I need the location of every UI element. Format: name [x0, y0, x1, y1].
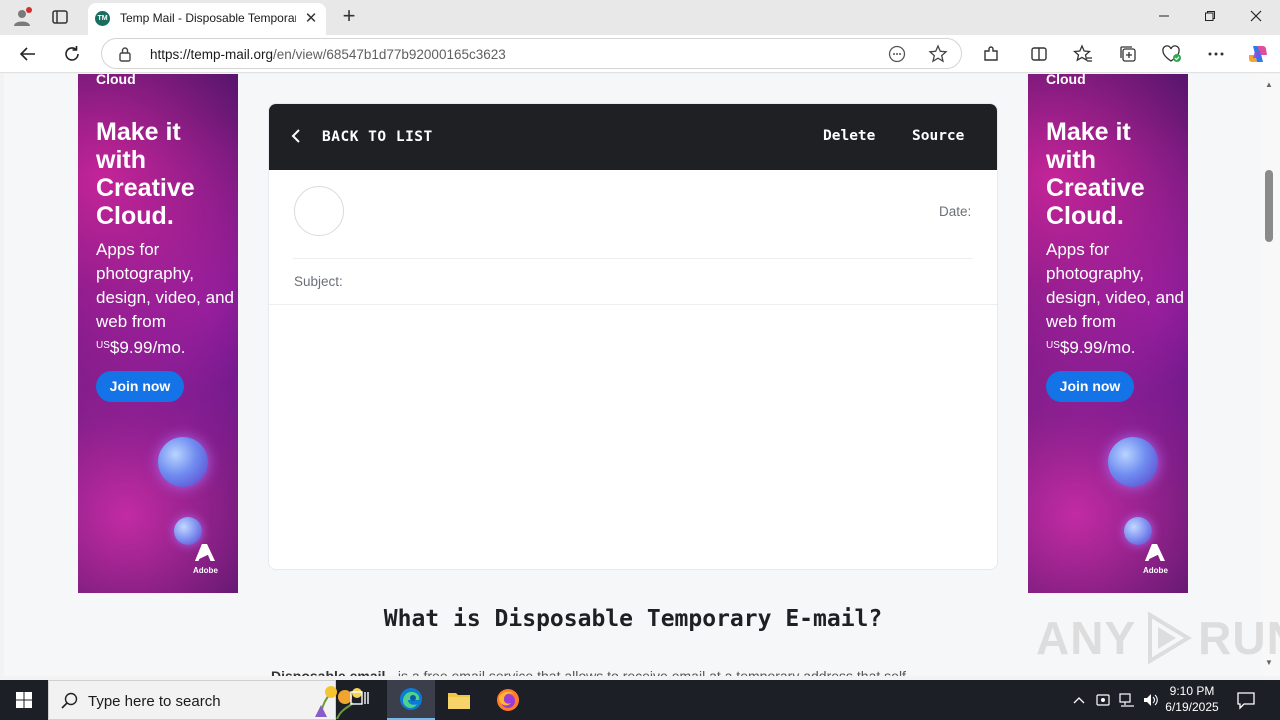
split-screen-icon[interactable]	[1027, 42, 1051, 66]
play-icon	[1148, 611, 1192, 665]
adobe-logo: Adobe	[193, 544, 218, 575]
ad-headline: Make it with Creative Cloud.	[96, 118, 195, 230]
ad-body: Apps for photography, design, video, and…	[1046, 240, 1184, 357]
taskbar-clock[interactable]: 9:10 PM 6/19/2025	[1162, 683, 1222, 715]
network-icon[interactable]	[1117, 690, 1137, 710]
volume-icon[interactable]	[1141, 690, 1161, 710]
clock-time: 9:10 PM	[1169, 684, 1215, 698]
favorite-star-icon[interactable]	[928, 44, 948, 69]
new-tab-button[interactable]: +	[337, 5, 361, 29]
back-to-list-button[interactable]: BACK TO LIST	[291, 126, 433, 148]
collections-icon[interactable]	[1116, 42, 1140, 66]
page-scrollbar[interactable]: ▲ ▼	[1262, 74, 1280, 676]
tab-actions-icon[interactable]	[50, 7, 70, 27]
creative-cloud-ad-right[interactable]: Cloud Make it with Creative Cloud. Apps …	[1028, 74, 1188, 593]
browser-essentials-icon[interactable]	[1160, 42, 1184, 66]
temp-mail-favicon-icon: TM	[95, 11, 110, 26]
ad-brand: Cloud	[1046, 74, 1086, 87]
tab-temp-mail[interactable]: TM Temp Mail - Disposable Temporar ✕	[88, 3, 326, 35]
notification-center-icon[interactable]	[1236, 690, 1258, 710]
lock-icon[interactable]	[118, 46, 132, 67]
immersive-reader-icon[interactable]	[888, 45, 906, 68]
page-content: Cloud Make it with Creative Cloud. Apps …	[4, 74, 1262, 676]
ad-headline: Make it with Creative Cloud.	[1046, 118, 1145, 230]
ad-decor-orb	[174, 517, 202, 545]
section-paragraph: Disposable email - is a free email servi…	[271, 668, 911, 676]
ad-body: Apps for photography, design, video, and…	[96, 240, 234, 357]
search-icon	[61, 692, 79, 715]
favorites-icon[interactable]	[1071, 42, 1095, 66]
show-hidden-icons-icon[interactable]	[1069, 690, 1089, 710]
more-menu-icon[interactable]	[1204, 42, 1228, 66]
browser-tab-strip: TM Temp Mail - Disposable Temporar ✕ +	[0, 0, 1280, 35]
ad-decor-orb	[158, 437, 208, 487]
back-arrow-icon[interactable]	[16, 42, 40, 66]
sender-avatar	[294, 186, 344, 236]
minimize-button[interactable]	[1141, 0, 1187, 35]
address-bar[interactable]: https://temp-mail.org/en/view/68547b1d77…	[101, 38, 962, 69]
browser-toolbar: https://temp-mail.org/en/view/68547b1d77…	[0, 35, 1280, 73]
task-view-icon[interactable]	[336, 680, 384, 720]
scrollbar-thumb[interactable]	[1265, 170, 1273, 242]
windows-logo-icon	[16, 692, 32, 708]
restore-button[interactable]	[1187, 0, 1233, 35]
adobe-logo: Adobe	[1143, 544, 1168, 575]
clock-date: 6/19/2025	[1165, 700, 1219, 714]
close-window-button[interactable]	[1233, 0, 1279, 35]
firefox-icon[interactable]	[484, 680, 532, 720]
edge-taskbar-icon[interactable]	[387, 680, 435, 720]
profile-icon[interactable]	[12, 7, 32, 27]
ad-decor-orb	[1124, 517, 1152, 545]
mail-viewer: BACK TO LIST Delete Source Date: Subject…	[268, 103, 998, 570]
ad-join-now-button[interactable]: Join now	[1046, 371, 1134, 402]
delete-button[interactable]: Delete	[823, 128, 875, 144]
divider	[269, 304, 997, 305]
file-explorer-icon[interactable]	[435, 680, 483, 720]
creative-cloud-ad-left[interactable]: Cloud Make it with Creative Cloud. Apps …	[78, 74, 238, 593]
source-button[interactable]: Source	[912, 128, 964, 144]
ad-brand: Cloud	[96, 74, 136, 87]
ad-join-now-button[interactable]: Join now	[96, 371, 184, 402]
back-to-list-label: BACK TO LIST	[322, 129, 433, 145]
security-tray-icon[interactable]	[1093, 690, 1113, 710]
date-label: Date:	[939, 204, 972, 219]
copilot-icon[interactable]	[1246, 42, 1270, 66]
tab-title: Temp Mail - Disposable Temporar	[120, 11, 296, 25]
mail-header-bar: BACK TO LIST Delete Source	[269, 104, 997, 170]
windows-taskbar: Type here to search 9:10 PM 6/19/2025	[0, 680, 1280, 720]
anyrun-watermark: ANY RUN	[1036, 608, 1280, 668]
refresh-icon[interactable]	[60, 42, 84, 66]
chevron-left-icon	[291, 128, 305, 146]
windows-start-button[interactable]	[0, 680, 48, 720]
divider	[293, 258, 973, 259]
subject-label: Subject:	[294, 274, 343, 289]
extensions-icon[interactable]	[979, 42, 1003, 66]
ad-decor-orb	[1108, 437, 1158, 487]
scroll-up-arrow-icon[interactable]: ▲	[1265, 80, 1273, 89]
search-placeholder: Type here to search	[88, 693, 221, 710]
url-text[interactable]: https://temp-mail.org/en/view/68547b1d77…	[150, 47, 506, 62]
tab-close-icon[interactable]: ✕	[302, 10, 320, 28]
taskbar-search-box[interactable]: Type here to search	[48, 680, 362, 720]
